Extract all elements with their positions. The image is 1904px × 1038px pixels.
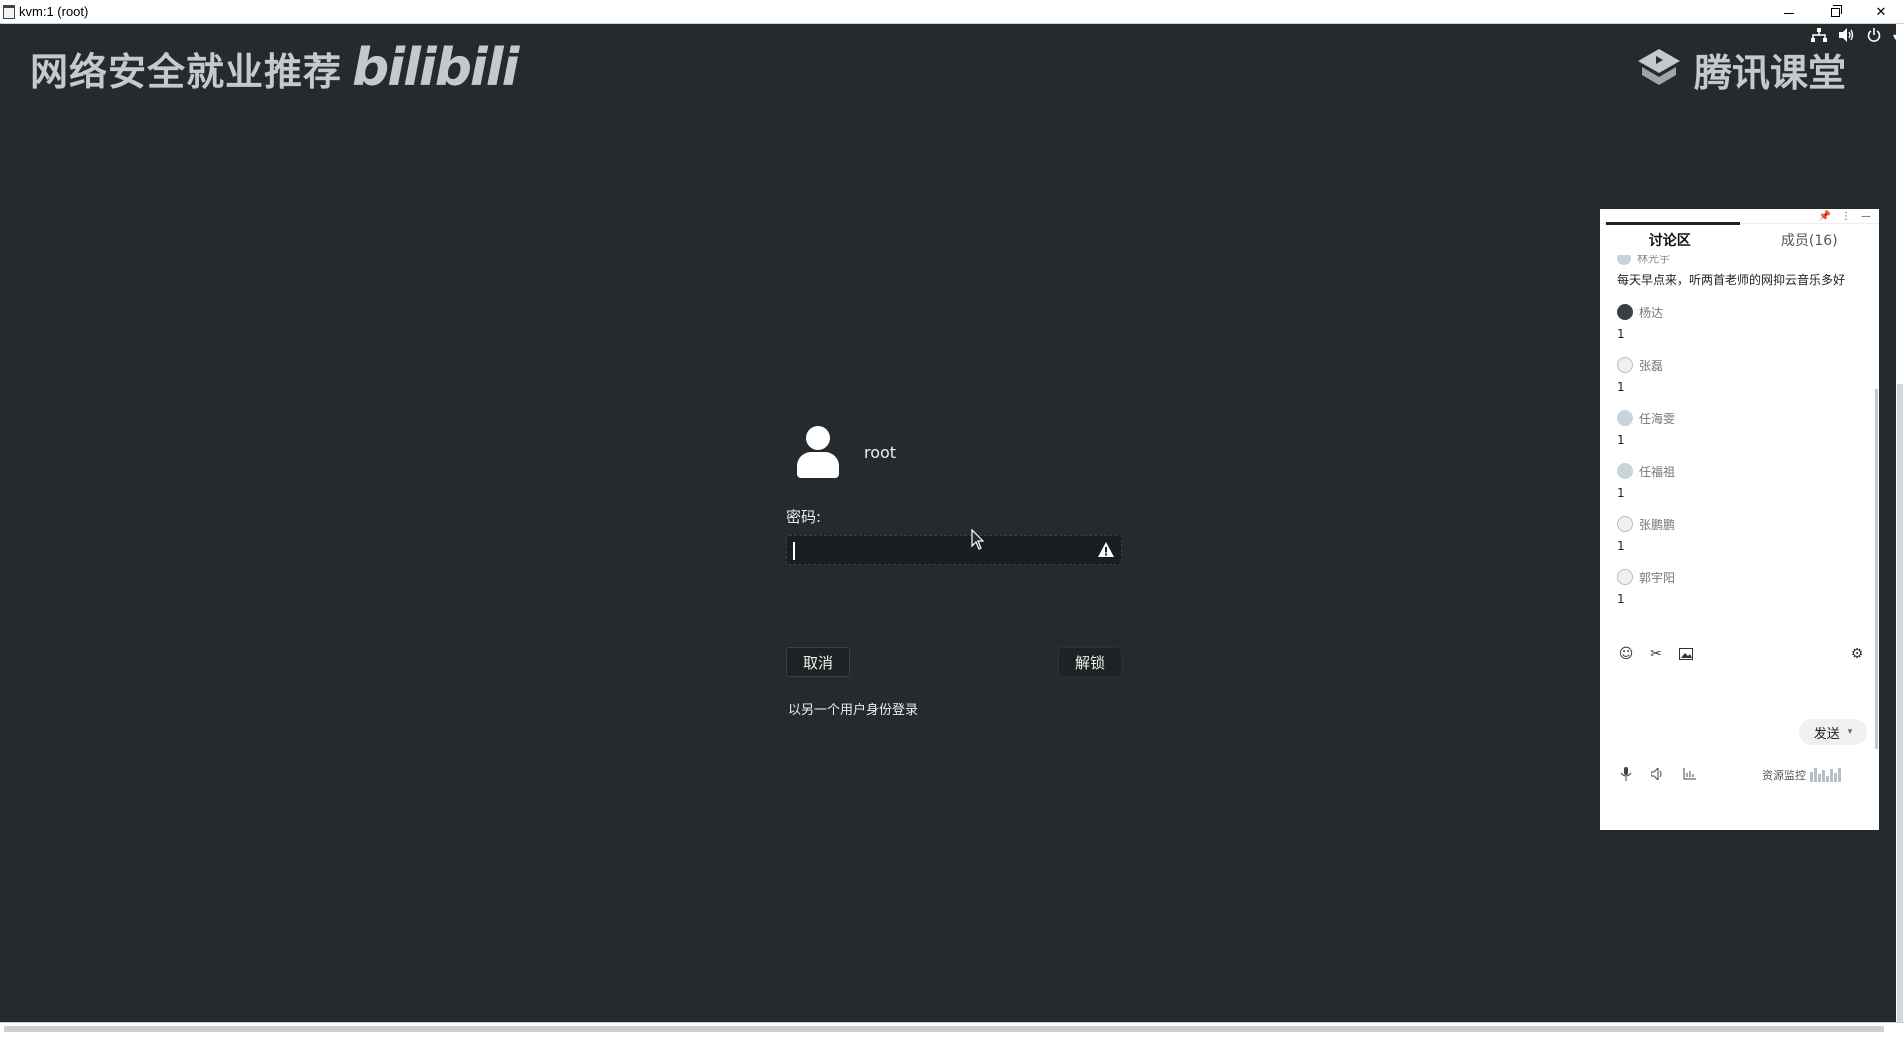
- settings-icon[interactable]: ⚙: [1849, 646, 1865, 662]
- message-sender: 张鹏鹏: [1639, 517, 1676, 532]
- avatar[interactable]: [1617, 304, 1633, 320]
- message-sender: 任福祖: [1639, 464, 1676, 479]
- avatar: [1617, 255, 1631, 265]
- vertical-scrollbar[interactable]: [1896, 24, 1904, 1024]
- mouse-cursor-icon: [971, 528, 985, 551]
- emoji-icon[interactable]: ☺: [1618, 646, 1634, 662]
- chat-message: 郭宇阳 1: [1617, 568, 1865, 606]
- dialog-buttons: 取消 解锁: [786, 647, 1122, 677]
- message-sender: 张磊: [1639, 358, 1664, 373]
- power-icon[interactable]: [1867, 28, 1881, 46]
- resource-bars: [1810, 768, 1841, 782]
- window-titlebar: kvm:1 (root) ✕: [0, 0, 1904, 24]
- minimize-panel-icon[interactable]: —: [1861, 211, 1871, 222]
- resource-monitor[interactable]: 资源监控: [1762, 767, 1841, 783]
- message-sender: 杨达: [1639, 305, 1664, 320]
- chat-message-list: 林光宇 每天早点来，听两首老师的网抑云音乐多好 杨达 1 张磊 1 任海雯 1: [1600, 255, 1879, 639]
- active-tab-indicator: [1606, 222, 1740, 225]
- window-title: kvm:1 (root): [19, 4, 89, 19]
- minimize-button[interactable]: [1766, 0, 1812, 24]
- password-input[interactable]: [786, 535, 1122, 565]
- send-label: 发送: [1813, 726, 1840, 742]
- chat-message: 任福祖 1: [1617, 462, 1865, 500]
- app-icon: [3, 4, 15, 19]
- window-controls: ✕: [1766, 0, 1904, 24]
- more-icon[interactable]: ⋮: [1841, 211, 1851, 222]
- chat-tabs: 讨论区 成员(16): [1600, 222, 1880, 255]
- cancel-button[interactable]: 取消: [786, 647, 851, 677]
- message-partial-header: 林光宇: [1617, 255, 1865, 265]
- pin-icon[interactable]: 📌: [1819, 211, 1831, 222]
- watermark-right-text: 腾讯课堂: [1693, 51, 1846, 95]
- stats-icon[interactable]: [1682, 766, 1698, 782]
- chat-message: 张鹏鹏 1: [1617, 515, 1865, 553]
- text-caret: [793, 542, 795, 560]
- message-text: 1: [1617, 433, 1625, 447]
- vertical-scrollbar-thumb[interactable]: [1897, 384, 1903, 1024]
- avatar[interactable]: [1617, 463, 1633, 479]
- chat-bottom-bar: 资源监控: [1600, 759, 1879, 789]
- avatar[interactable]: [1617, 357, 1633, 373]
- tab-discussion[interactable]: 讨论区: [1600, 224, 1740, 255]
- message-text: 1: [1617, 592, 1625, 606]
- scissors-icon[interactable]: ✂: [1648, 646, 1664, 662]
- switch-user-link[interactable]: 以另一个用户身份登录: [786, 699, 1122, 718]
- watermark-left-text: 网络安全就业推荐: [30, 49, 343, 94]
- message-sender: 郭宇阳: [1639, 570, 1676, 585]
- user-avatar-icon: [796, 424, 840, 480]
- chat-panel-controls: 📌 ⋮ —: [1600, 209, 1879, 223]
- avatar[interactable]: [1617, 410, 1633, 426]
- watermark-left: 网络安全就业推荐 bilibili: [30, 38, 519, 98]
- watermark-right: 腾讯课堂: [1634, 42, 1846, 97]
- avatar[interactable]: [1617, 516, 1633, 532]
- password-label: 密码:: [786, 508, 822, 526]
- unlock-button[interactable]: 解锁: [1057, 647, 1122, 677]
- resource-monitor-label: 资源监控: [1762, 769, 1806, 782]
- horizontal-scrollbar-thumb[interactable]: [4, 1026, 1884, 1032]
- horizontal-scrollbar[interactable]: [0, 1022, 1904, 1038]
- chat-input[interactable]: 发送 ▾: [1600, 669, 1879, 759]
- message-text: 1: [1617, 380, 1625, 394]
- send-options-chevron-icon[interactable]: ▾: [1848, 727, 1853, 737]
- chat-scrollbar[interactable]: [1875, 389, 1878, 749]
- tab-members[interactable]: 成员(16): [1740, 224, 1880, 255]
- username: root: [864, 442, 897, 462]
- send-button[interactable]: 发送 ▾: [1799, 719, 1867, 745]
- message-text: 每天早点来，听两首老师的网抑云音乐多好: [1617, 273, 1846, 287]
- message-sender: 林光宇: [1637, 255, 1670, 265]
- avatar[interactable]: [1617, 569, 1633, 585]
- restore-button[interactable]: [1812, 0, 1858, 24]
- unlock-dialog: root 密码: 取消 解锁 以另一个用户身份登录: [786, 420, 1122, 718]
- message-text: 1: [1617, 327, 1625, 341]
- image-icon[interactable]: [1678, 646, 1694, 662]
- user-row: root: [786, 420, 1122, 484]
- chat-message: 任海雯 1: [1617, 409, 1865, 447]
- warning-icon: [1097, 541, 1115, 559]
- microphone-icon[interactable]: [1618, 766, 1634, 782]
- chat-toolbar: ☺ ✂ ⚙: [1600, 639, 1879, 669]
- speaker-icon[interactable]: [1650, 766, 1666, 782]
- tencent-classroom-logo: [1634, 45, 1684, 95]
- bilibili-logo: bilibili: [352, 38, 519, 98]
- close-button[interactable]: ✕: [1858, 0, 1904, 24]
- chat-message: 张磊 1: [1617, 356, 1865, 394]
- chat-panel: 📌 ⋮ — 讨论区 成员(16) 林光宇 每天早点来，听两首老师的网抑云音乐多好…: [1600, 209, 1879, 830]
- message-text: 1: [1617, 486, 1625, 500]
- message-text: 1: [1617, 539, 1625, 553]
- message-sender: 任海雯: [1639, 411, 1676, 426]
- chat-message: 杨达 1: [1617, 303, 1865, 341]
